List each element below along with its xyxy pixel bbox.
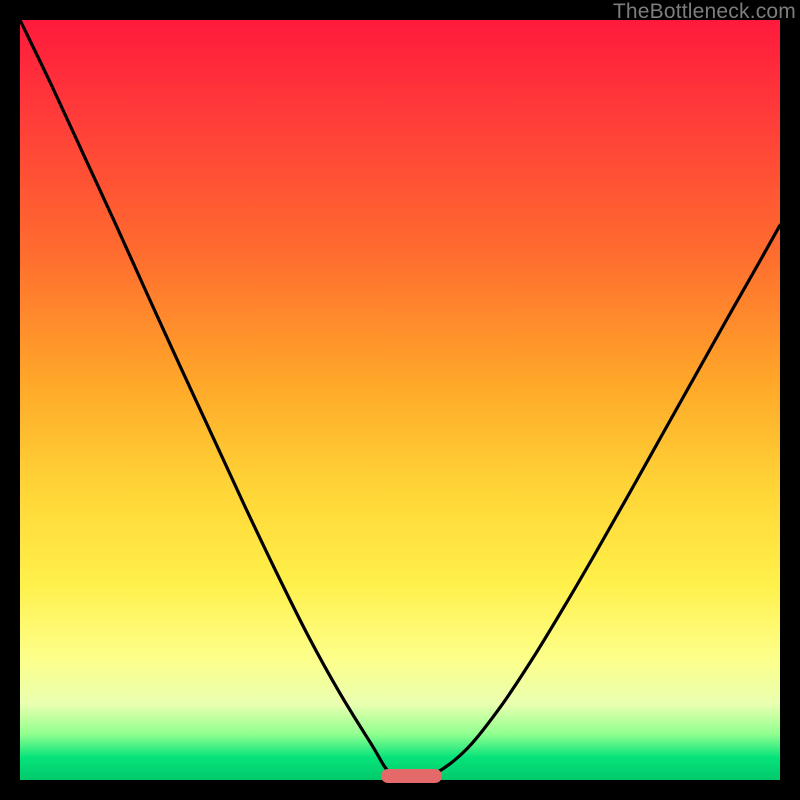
chart-frame: TheBottleneck.com — [0, 0, 800, 800]
valley-marker — [381, 769, 442, 783]
plot-area — [20, 20, 780, 780]
watermark-text: TheBottleneck.com — [613, 0, 796, 24]
bottleneck-curve — [20, 20, 780, 780]
